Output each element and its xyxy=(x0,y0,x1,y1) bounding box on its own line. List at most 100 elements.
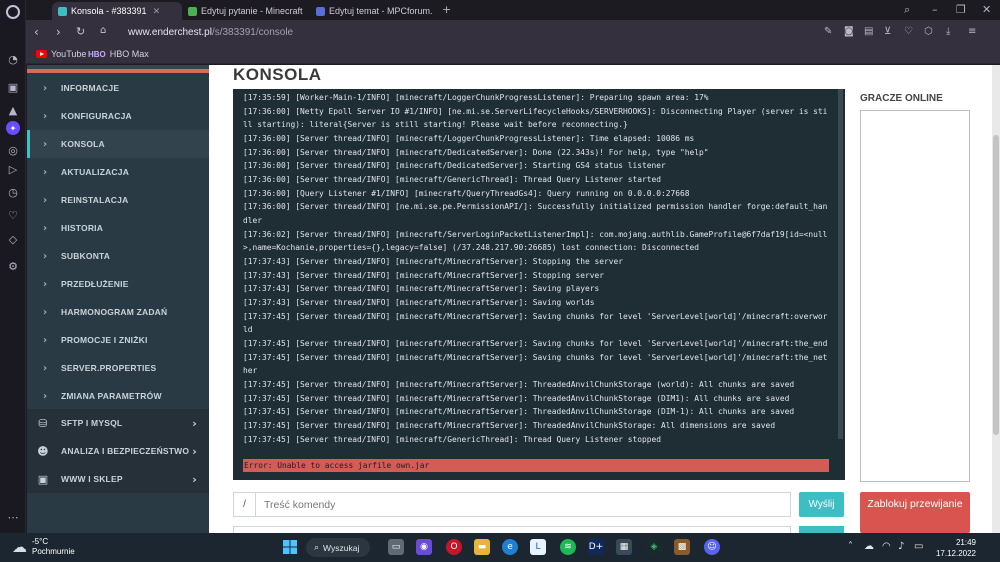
sidebar-item[interactable]: › REINSTALACJA xyxy=(27,186,209,214)
chevron-right-icon: › xyxy=(43,138,48,150)
sidebar-item[interactable]: › AKTUALIZACJA xyxy=(27,158,209,186)
windows-start-icon[interactable] xyxy=(282,539,298,555)
taskbar-clock[interactable]: 21:49 17.12.2022 xyxy=(932,537,976,559)
camera-icon[interactable]: ◙ xyxy=(844,26,854,37)
restore-icon[interactable]: ❐ xyxy=(956,3,966,16)
sidebar-item[interactable]: › KONFIGURACJA xyxy=(27,102,209,130)
address-bar[interactable]: www.enderchest.pl/s/383391/console xyxy=(128,27,293,38)
edit-icon[interactable]: ✎ xyxy=(824,26,832,37)
send-button[interactable]: Wyślij xyxy=(799,492,844,517)
wifi-icon[interactable]: ◠ xyxy=(882,541,891,552)
app-icon[interactable]: ▦ xyxy=(616,539,632,555)
spotify-icon[interactable]: ≋ xyxy=(560,539,576,555)
block-scroll-button[interactable]: Zablokuj przewijanie xyxy=(860,492,970,533)
sidebar-item-label: INFORMACJE xyxy=(61,83,120,93)
forward-icon[interactable]: › xyxy=(56,25,61,39)
clock-time: 21:49 xyxy=(955,538,976,547)
browser-sidebar: ◔ ▣ ▲ ✦ ◎ ▷ ◷ ♡ ◇ ⚙ ⋯ xyxy=(0,0,26,533)
bag-icon[interactable]: ▣ xyxy=(6,80,20,94)
console-line: [17:36:00] [Query Listener #1/INFO] [min… xyxy=(243,188,690,198)
settings-icon[interactable]: ⚙ xyxy=(6,259,20,273)
heart-bookmark-icon[interactable]: ♡ xyxy=(904,26,913,37)
sidebar-top-strip xyxy=(27,65,209,73)
bookmark-youtube[interactable]: YouTube xyxy=(36,49,86,59)
image-icon[interactable]: ▤ xyxy=(864,26,873,37)
sidebar-group[interactable]: ⛁ SFTP I MYSQL › xyxy=(27,409,209,437)
search-icon: ⌕ xyxy=(314,542,320,553)
menu-icon[interactable]: ≡ xyxy=(968,26,976,37)
taskbar-search[interactable]: ⌕ Wyszukaj xyxy=(306,538,370,557)
volume-icon[interactable]: ♪ xyxy=(898,541,904,552)
chevron-right-icon: › xyxy=(192,472,197,486)
weather-widget[interactable]: ☁ -5°C Pochmurnie xyxy=(12,537,75,557)
sidebar-group[interactable]: ▣ WWW I SKLEP › xyxy=(27,465,209,493)
sidebar-item[interactable]: › PRZEDŁUŻENIE xyxy=(27,270,209,298)
search-tabs-icon[interactable]: ⌕ xyxy=(904,3,910,17)
sidebar-item-label: SUBKONTA xyxy=(61,251,111,261)
console-output[interactable]: [17:35:59] [Worker-Main-1/INFO] [minecra… xyxy=(233,89,845,480)
vpn-taskbar-icon[interactable]: ◈ xyxy=(646,539,662,555)
tab-edytuj-pytanie[interactable]: Edytuj pytanie - Minecraft xyxy=(182,2,310,20)
chevron-right-icon: › xyxy=(43,362,48,374)
task-view-icon[interactable]: ▭ xyxy=(388,539,404,555)
sidebar-item-label: PRZEDŁUŻENIE xyxy=(61,279,129,289)
hbo-icon: HBO xyxy=(88,49,106,59)
opera-taskbar-icon[interactable]: O xyxy=(446,539,462,555)
sidebar-item[interactable]: › KONSOLA xyxy=(27,130,209,158)
tray-chevron-icon[interactable]: ˄ xyxy=(848,541,853,552)
tray-cloud-icon[interactable]: ☁ xyxy=(864,541,874,552)
speed-dial-icon[interactable]: ◔ xyxy=(6,52,20,66)
player-icon[interactable]: ▷ xyxy=(6,162,20,176)
chevron-right-icon: › xyxy=(43,222,48,234)
tab-edytuj-temat[interactable]: Edytuj temat - MPCforum. xyxy=(310,2,440,20)
console-error-line: Error: Unable to access jarfile own.jar xyxy=(243,459,829,472)
sidebar-group[interactable]: ☻ ANALIZA I BEZPIECZEŃSTWO › xyxy=(27,437,209,465)
weather-condition: Pochmurnie xyxy=(32,547,75,556)
chevron-right-icon: › xyxy=(43,334,48,346)
console-line: [17:36:00] [Server thread/INFO] [minecra… xyxy=(243,147,709,157)
download-icon[interactable]: ⤓ xyxy=(946,26,950,37)
tab-konsola[interactable]: Konsola - #383391 ✕ xyxy=(52,2,182,20)
disney-plus-icon[interactable]: D+ xyxy=(588,539,604,555)
sidebar-item-label: PROMOCJE I ZNIŻKI xyxy=(61,335,148,345)
arrow-up-icon[interactable]: ▲ xyxy=(6,103,20,117)
cube-icon[interactable]: ◇ xyxy=(6,232,20,246)
teams-chat-icon[interactable]: ◉ xyxy=(416,539,432,555)
back-icon[interactable]: ‹ xyxy=(34,25,39,39)
minimize-icon[interactable]: – xyxy=(932,3,938,16)
minecraft-icon[interactable]: ▩ xyxy=(674,539,690,555)
tab-title: Edytuj temat - MPCforum. xyxy=(329,6,433,16)
sidebar-item[interactable]: › HARMONOGRAM ZADAŃ xyxy=(27,298,209,326)
file-explorer-icon[interactable]: ▬ xyxy=(474,539,490,555)
edge-icon[interactable]: e xyxy=(502,539,518,555)
messenger-icon[interactable]: ✦ xyxy=(6,121,20,135)
page-scrollbar[interactable] xyxy=(992,65,1000,533)
l-app-icon[interactable]: L xyxy=(530,539,546,555)
sidebar-item[interactable]: › INFORMACJE xyxy=(27,74,209,102)
more-icon[interactable]: ⋯ xyxy=(6,510,20,524)
opera-logo-icon[interactable] xyxy=(6,5,20,19)
battery-icon[interactable]: ▭ xyxy=(914,541,923,552)
discord-icon[interactable]: ☺ xyxy=(704,539,720,555)
close-tab-icon[interactable]: ✕ xyxy=(153,6,161,17)
heart-icon[interactable]: ♡ xyxy=(6,208,20,222)
vpn-icon[interactable]: ⊻ xyxy=(884,26,891,37)
home-icon[interactable]: ⌂ xyxy=(100,25,106,36)
sidebar-item[interactable]: › HISTORIA xyxy=(27,214,209,242)
command-input[interactable] xyxy=(264,498,764,511)
plus-icon[interactable]: + xyxy=(442,3,451,16)
console-line: [17:37:45] [Server thread/INFO] [minecra… xyxy=(243,339,828,349)
close-window-icon[interactable]: ✕ xyxy=(982,3,991,16)
sidebar-item[interactable]: › PROMOCJE I ZNIŻKI xyxy=(27,326,209,354)
console-scrollbar[interactable] xyxy=(838,89,843,439)
reload-icon[interactable]: ↻ xyxy=(76,25,85,38)
bookmark-hbo-max[interactable]: HBO HBO Max xyxy=(88,49,149,59)
tab-favicon xyxy=(58,6,67,16)
whatsapp-icon[interactable]: ◎ xyxy=(6,143,20,157)
sidebar-item[interactable]: › SERVER.PROPERTIES xyxy=(27,354,209,382)
history-icon[interactable]: ◷ xyxy=(6,185,20,199)
page-scrollbar-thumb[interactable] xyxy=(993,135,999,435)
sidebar-item[interactable]: › SUBKONTA xyxy=(27,242,209,270)
sidebar-item[interactable]: › ZMIANA PARAMETRÓW xyxy=(27,382,209,410)
cube-wallet-icon[interactable]: ⬡ xyxy=(924,26,933,37)
